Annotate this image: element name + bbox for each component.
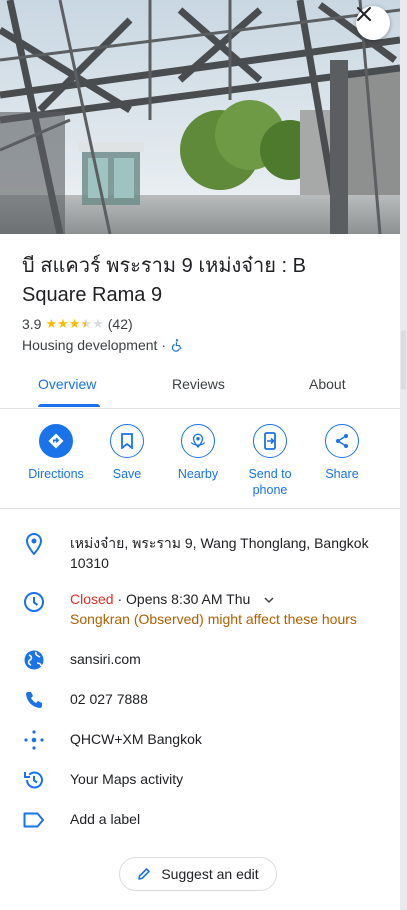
- send-to-phone-icon: [264, 432, 276, 450]
- directions-button[interactable]: Directions: [21, 424, 91, 482]
- save-button[interactable]: Save: [92, 424, 162, 482]
- nearby-icon: [190, 433, 206, 449]
- nearby-label: Nearby: [177, 467, 219, 481]
- send-to-phone-circle: [253, 424, 287, 458]
- pencil-icon: [138, 868, 151, 880]
- suggest-edit-label: Suggest an edit: [161, 866, 259, 882]
- hours-warning: Songkran (Observed) might affect these h…: [70, 611, 357, 627]
- place-category[interactable]: Housing development: [22, 337, 157, 353]
- plus-code-row[interactable]: QHCW+XM Bangkok: [0, 728, 400, 752]
- plus-code-icon: [22, 728, 46, 752]
- map-edge: [400, 0, 407, 910]
- tab-about[interactable]: About: [309, 376, 346, 392]
- wheelchair-icon[interactable]: [170, 338, 184, 352]
- close-button[interactable]: [356, 6, 390, 40]
- send-to-phone-label: Send to phone: [248, 467, 292, 497]
- clock-icon: [22, 590, 46, 614]
- share-label: Share: [325, 467, 359, 481]
- website-link[interactable]: sansiri.com: [70, 649, 380, 669]
- tab-reviews[interactable]: Reviews: [172, 376, 225, 392]
- scrollbar-thumb[interactable]: [401, 330, 406, 390]
- review-count[interactable]: (42): [108, 316, 133, 332]
- hours-next-open: Opens 8:30 AM Thu: [126, 591, 251, 607]
- action-buttons: Directions Save Nearby Send to phone Sha…: [0, 420, 400, 506]
- maps-activity-row[interactable]: Your Maps activity: [0, 768, 400, 792]
- place-title: บี สแควร์ พระราม 9 เหม่งจ๋าย : B Square …: [22, 255, 306, 306]
- plus-code-text: QHCW+XM Bangkok: [70, 731, 202, 747]
- label-icon: [22, 808, 46, 832]
- phone-row[interactable]: 02 027 7888: [0, 688, 400, 712]
- suggest-edit-button[interactable]: Suggest an edit: [119, 857, 277, 891]
- phone-number: 02 027 7888: [70, 691, 148, 707]
- divider: [0, 508, 400, 509]
- tab-overview[interactable]: Overview: [38, 376, 96, 392]
- globe-icon: [22, 648, 46, 672]
- star-half-icon: ★: [80, 316, 93, 331]
- category-separator: ·: [161, 337, 167, 353]
- place-photo[interactable]: [0, 0, 400, 234]
- share-circle: [325, 424, 359, 458]
- place-panel: บี สแควร์ พระราม 9 เหม่งจ๋าย : B Square …: [0, 0, 400, 910]
- star-icon: ★: [68, 316, 81, 331]
- add-label-row[interactable]: Add a label: [0, 808, 400, 832]
- hours-text: Closed · Opens 8:30 AM Thu Songkran (Obs…: [70, 589, 380, 629]
- rating-row: 3.9 ★ ★ ★ ★ ★ (42): [22, 316, 133, 332]
- chevron-down-icon[interactable]: [264, 589, 274, 609]
- location-pin-icon: [22, 532, 46, 556]
- nearby-button[interactable]: Nearby: [163, 424, 233, 482]
- star-icon: ★: [57, 316, 69, 331]
- save-label: Save: [112, 467, 142, 481]
- phone-icon: [22, 688, 46, 712]
- close-icon: [357, 7, 371, 21]
- rating-stars: ★ ★ ★ ★ ★: [45, 317, 103, 331]
- send-to-phone-button[interactable]: Send to phone: [235, 424, 305, 498]
- share-icon: [336, 434, 348, 448]
- active-tab-indicator: [38, 404, 100, 407]
- address-text: เหม่งจ๋าย, พระราม 9, Wang Thonglang, Ban…: [70, 535, 369, 571]
- nearby-circle: [181, 424, 215, 458]
- directions-label: Directions: [28, 467, 84, 481]
- address-row[interactable]: เหม่งจ๋าย, พระราม 9, Wang Thonglang, Ban…: [0, 532, 400, 576]
- share-button[interactable]: Share: [307, 424, 377, 482]
- directions-circle: [39, 424, 73, 458]
- add-label-text: Add a label: [70, 811, 141, 827]
- rating-value: 3.9: [22, 316, 42, 332]
- photo-illustration: [0, 0, 400, 234]
- star-icon: ★: [45, 316, 58, 331]
- category-row: Housing development ·: [22, 337, 184, 353]
- bookmark-icon: [121, 433, 133, 449]
- directions-icon: [48, 433, 64, 449]
- save-circle: [110, 424, 144, 458]
- tab-bar: Overview Reviews About: [0, 366, 400, 409]
- hours-row[interactable]: Closed · Opens 8:30 AM Thu Songkran (Obs…: [0, 588, 400, 634]
- maps-activity-text: Your Maps activity: [70, 771, 184, 787]
- star-empty-icon: ★: [92, 316, 104, 331]
- hours-status: Closed: [70, 591, 114, 607]
- hours-separator: ·: [117, 591, 123, 607]
- history-icon: [22, 768, 46, 792]
- website-row[interactable]: sansiri.com: [0, 648, 400, 672]
